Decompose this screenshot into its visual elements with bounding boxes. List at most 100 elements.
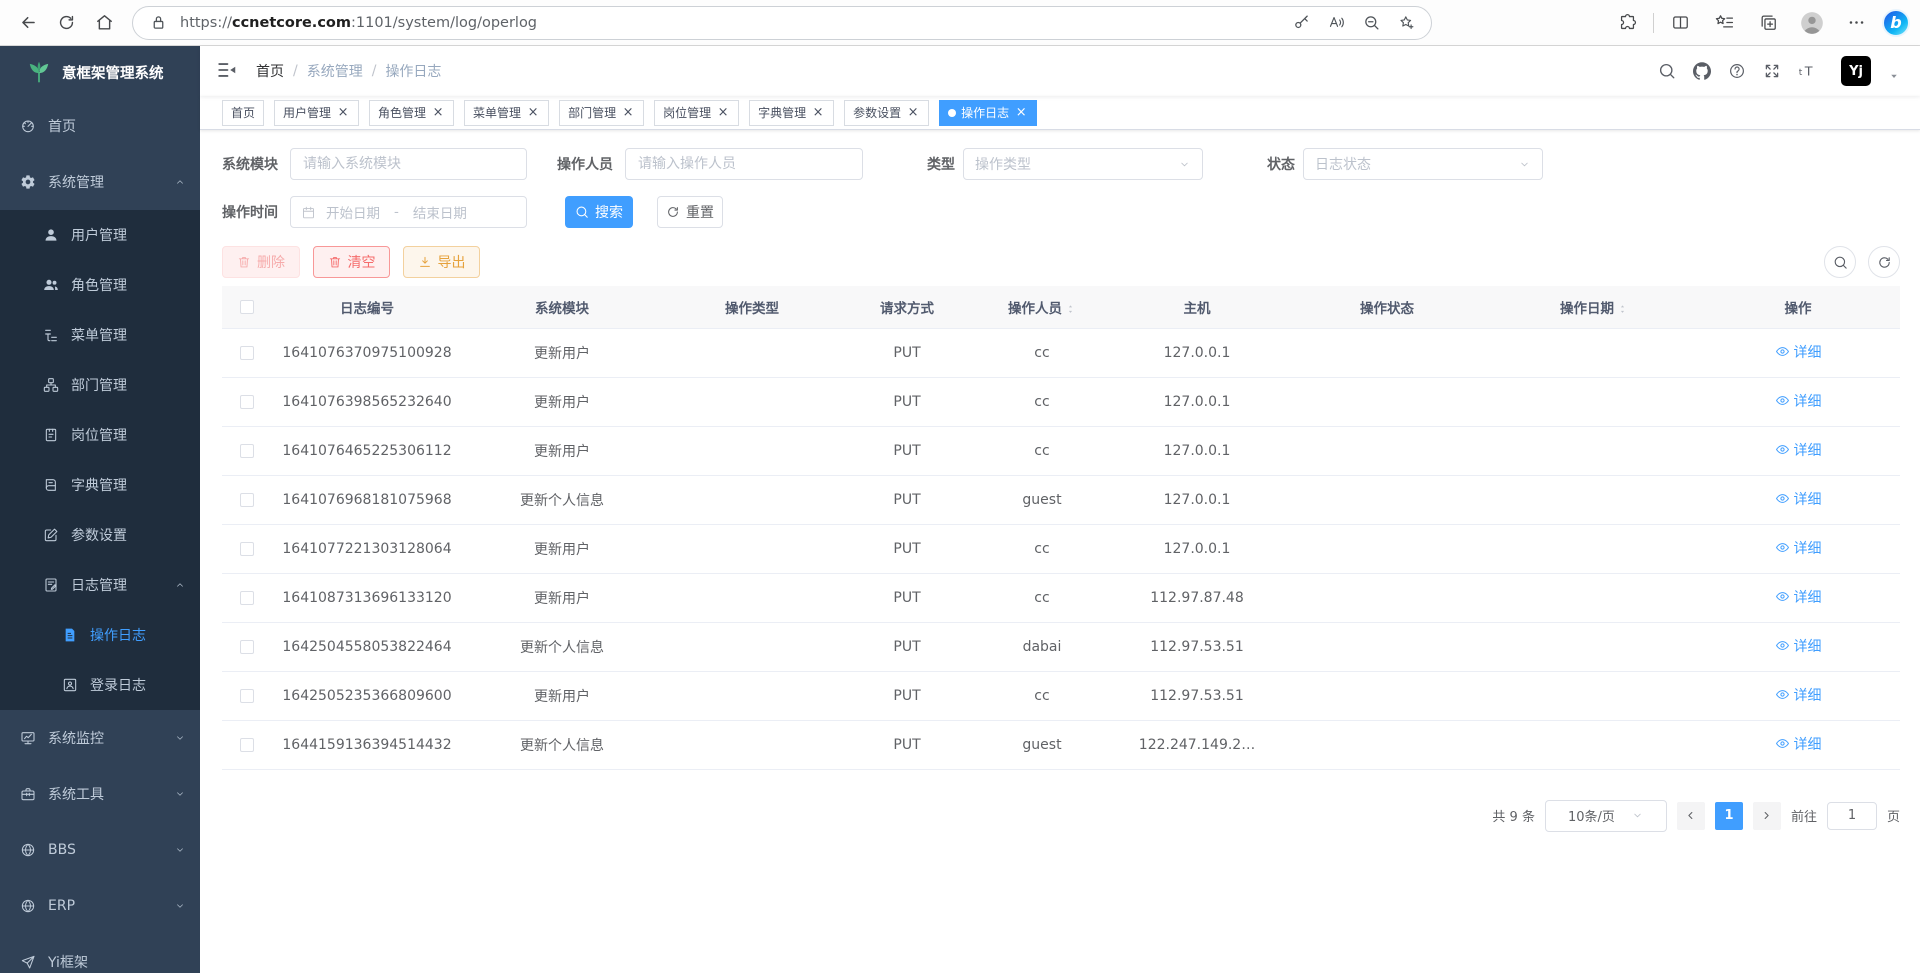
back-icon[interactable] (10, 6, 46, 40)
github-icon[interactable] (1693, 62, 1711, 80)
password-key-icon[interactable] (1288, 11, 1314, 35)
breadcrumb-home[interactable]: 首页 (256, 61, 284, 81)
column-header[interactable]: 操作人员 (972, 286, 1112, 328)
add-favorite-icon[interactable] (1393, 11, 1419, 35)
view-tab[interactable]: 首页 (222, 100, 264, 126)
sort-carets-icon[interactable] (1617, 301, 1628, 317)
row-checkbox[interactable] (240, 395, 254, 409)
collections-icon[interactable] (1750, 6, 1786, 40)
favorites-bar-icon[interactable] (1706, 6, 1742, 40)
column-header[interactable]: 操作日期 (1492, 286, 1696, 328)
type-select[interactable]: 操作类型 (963, 148, 1203, 180)
sidebar-item[interactable]: 参数设置 (0, 510, 200, 560)
view-tab[interactable]: 菜单管理 × (464, 100, 549, 126)
sidebar-item[interactable]: 系统工具 (0, 766, 200, 822)
prev-page-button[interactable] (1677, 802, 1705, 830)
sidebar-item[interactable]: BBS (0, 822, 200, 878)
clear-button[interactable]: 清空 (313, 246, 390, 278)
sidebar-item[interactable]: 角色管理 (0, 260, 200, 310)
address-bar[interactable]: https://ccnetcore.com:1101/system/log/op… (132, 6, 1432, 40)
profile-avatar[interactable] (1794, 6, 1830, 40)
tab-close-icon[interactable]: × (716, 106, 730, 120)
home-icon[interactable] (86, 6, 122, 40)
bing-chat-icon[interactable]: b (1882, 9, 1910, 37)
select-all-header[interactable] (222, 286, 272, 328)
help-icon[interactable] (1728, 62, 1746, 80)
tab-close-icon[interactable]: × (811, 106, 825, 120)
detail-link[interactable]: 详细 (1775, 440, 1822, 460)
operator-input[interactable] (625, 148, 863, 180)
row-checkbox[interactable] (240, 493, 254, 507)
sidebar-item[interactable]: 首页 (0, 98, 200, 154)
tab-close-icon[interactable]: × (621, 106, 635, 120)
detail-link[interactable]: 详细 (1775, 636, 1822, 656)
row-checkbox[interactable] (240, 738, 254, 752)
detail-link[interactable]: 详细 (1775, 391, 1822, 411)
detail-link[interactable]: 详细 (1775, 538, 1822, 558)
user-logo-badge[interactable]: Yj (1841, 56, 1871, 86)
sidebar-item[interactable]: 字典管理 (0, 460, 200, 510)
status-select[interactable]: 日志状态 (1303, 148, 1543, 180)
column-header[interactable]: 请求方式 (842, 286, 972, 328)
detail-link[interactable]: 详细 (1775, 685, 1822, 705)
column-header[interactable]: 系统模块 (462, 286, 662, 328)
split-screen-icon[interactable] (1662, 6, 1698, 40)
row-checkbox[interactable] (240, 444, 254, 458)
sidebar-item[interactable]: 岗位管理 (0, 410, 200, 460)
sidebar-item[interactable]: ERP (0, 878, 200, 934)
detail-link[interactable]: 详细 (1775, 587, 1822, 607)
tab-close-icon[interactable]: × (906, 106, 920, 120)
toggle-search-button[interactable] (1824, 246, 1856, 278)
fullscreen-icon[interactable] (1763, 62, 1781, 80)
select-all-checkbox[interactable] (240, 300, 254, 314)
sidebar-toggle-icon[interactable] (216, 59, 240, 83)
search-button[interactable]: 搜索 (565, 196, 633, 228)
sidebar-item[interactable]: 用户管理 (0, 210, 200, 260)
sidebar-item[interactable]: 操作日志 (0, 610, 200, 660)
view-tab[interactable]: 操作日志 × (939, 100, 1037, 126)
sidebar-item[interactable]: 菜单管理 (0, 310, 200, 360)
view-tab[interactable]: 参数设置 × (844, 100, 929, 126)
row-checkbox[interactable] (240, 640, 254, 654)
tab-close-icon[interactable]: × (1014, 106, 1028, 120)
refresh-table-button[interactable] (1868, 246, 1900, 278)
row-checkbox[interactable] (240, 346, 254, 360)
reset-button[interactable]: 重置 (657, 196, 723, 228)
tab-close-icon[interactable]: × (336, 106, 350, 120)
page-size-select[interactable]: 10条/页 (1545, 800, 1667, 832)
column-header[interactable]: 操作 (1696, 286, 1900, 328)
font-size-icon[interactable]: tT (1798, 62, 1816, 80)
sidebar-item[interactable]: 系统监控 (0, 710, 200, 766)
sidebar-item[interactable]: 系统管理 (0, 154, 200, 210)
read-aloud-icon[interactable] (1323, 11, 1349, 35)
extensions-icon[interactable] (1609, 6, 1645, 40)
tab-close-icon[interactable]: × (431, 106, 445, 120)
export-button[interactable]: 导出 (403, 246, 480, 278)
user-menu-caret-icon[interactable] (1888, 70, 1900, 82)
row-checkbox[interactable] (240, 689, 254, 703)
column-header[interactable]: 操作类型 (662, 286, 842, 328)
row-checkbox[interactable] (240, 542, 254, 556)
sidebar-item[interactable]: 登录日志 (0, 660, 200, 710)
view-tab[interactable]: 岗位管理 × (654, 100, 739, 126)
view-tab[interactable]: 字典管理 × (749, 100, 834, 126)
tab-close-icon[interactable]: × (526, 106, 540, 120)
view-tab[interactable]: 用户管理 × (274, 100, 359, 126)
next-page-button[interactable] (1753, 802, 1781, 830)
module-input[interactable] (290, 148, 527, 180)
view-tab[interactable]: 部门管理 × (559, 100, 644, 126)
column-header[interactable]: 操作状态 (1282, 286, 1492, 328)
detail-link[interactable]: 详细 (1775, 489, 1822, 509)
search-icon[interactable] (1658, 62, 1676, 80)
current-page-button[interactable]: 1 (1715, 802, 1743, 830)
sort-carets-icon[interactable] (1065, 301, 1076, 317)
refresh-icon[interactable] (48, 6, 84, 40)
column-header[interactable]: 日志编号 (272, 286, 462, 328)
delete-button[interactable]: 删除 (222, 246, 300, 278)
zoom-out-icon[interactable] (1358, 11, 1384, 35)
more-menu-icon[interactable] (1838, 6, 1874, 40)
sidebar-item[interactable]: 日志管理 (0, 560, 200, 610)
column-header[interactable]: 主机 (1112, 286, 1282, 328)
detail-link[interactable]: 详细 (1775, 342, 1822, 362)
sidebar-item[interactable]: 部门管理 (0, 360, 200, 410)
